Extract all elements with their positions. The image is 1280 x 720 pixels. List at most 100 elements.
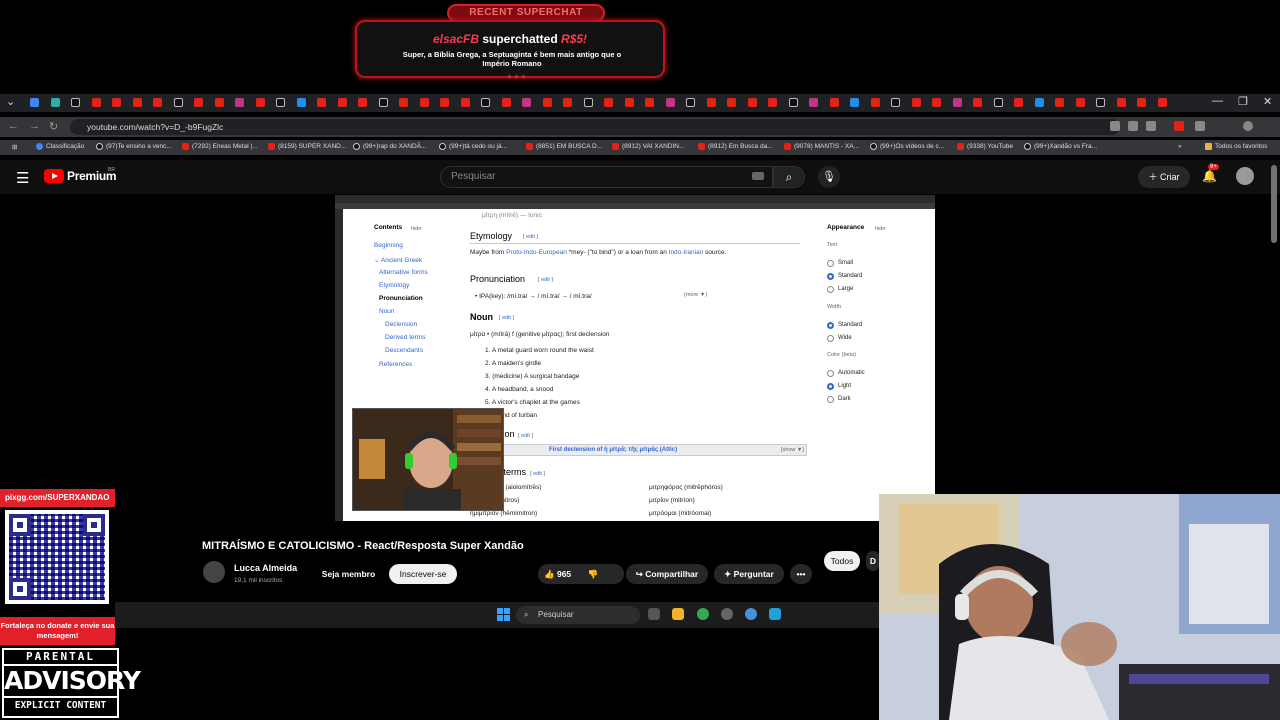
wk-derived-term[interactable]: μιτρηφόρος (mitrēphóros) (649, 484, 723, 491)
channel-name[interactable]: Lucca Almeida (234, 563, 297, 573)
browser-tab-favicon-icon[interactable] (235, 98, 244, 107)
browser-tab-favicon-icon[interactable] (419, 98, 429, 107)
browser-tab-favicon-icon[interactable] (1096, 98, 1105, 107)
notifications-bell-icon[interactable]: 🔔 (1202, 169, 1217, 183)
browser-tab-favicon-icon[interactable] (50, 98, 60, 107)
bookmark-item[interactable]: (8159) SUPER XAND... (268, 143, 346, 150)
browser-tab-favicon-icon[interactable] (563, 98, 572, 107)
wk-appearance-hide[interactable]: hide (875, 226, 885, 232)
browser-tab-favicon-icon[interactable] (337, 98, 347, 107)
browser-tab-favicon-icon[interactable] (809, 98, 818, 107)
wk-toc-item-active[interactable]: Pronunciation (379, 295, 423, 302)
back-icon[interactable]: ← (8, 120, 19, 132)
browser-tab-favicon-icon[interactable] (399, 98, 408, 107)
browser-tab-favicon-icon[interactable] (993, 98, 1003, 107)
taskbar-search[interactable]: ⌕ Pesquisar (516, 606, 640, 624)
wk-edit-link[interactable]: [ edit ] (499, 315, 514, 321)
file-explorer-icon[interactable] (672, 608, 684, 620)
wk-radio-selected[interactable] (827, 273, 834, 280)
like-button[interactable]: 👍 965 (544, 569, 571, 579)
avatar[interactable] (1236, 167, 1254, 185)
share-button[interactable]: ↪ Compartilhar (626, 564, 708, 584)
browser-tab-favicon-icon[interactable] (788, 98, 798, 107)
browser-tab-favicon-icon[interactable] (747, 98, 757, 107)
browser-tab-favicon-icon[interactable] (71, 98, 80, 107)
browser-tab-favicon-icon[interactable] (132, 98, 142, 107)
browser-tab-favicon-icon[interactable] (30, 98, 39, 107)
browser-tab-favicon-icon[interactable] (522, 98, 531, 107)
browser-tab-favicon-icon[interactable] (645, 98, 654, 107)
maximize-icon[interactable]: ❐ (1238, 95, 1248, 108)
browser-tab-favicon-icon[interactable] (153, 98, 162, 107)
channel-avatar[interactable] (203, 561, 225, 583)
browser-tab-favicon-icon[interactable] (214, 98, 224, 107)
reload-icon[interactable]: ↻ (49, 120, 58, 133)
bookmark-item[interactable]: (8912) VAI XANDIN... (612, 143, 684, 150)
browser-tab-favicon-icon[interactable] (870, 98, 880, 107)
star-icon[interactable] (1146, 121, 1156, 131)
wk-radio[interactable] (827, 260, 834, 267)
forward-icon[interactable]: → (29, 120, 40, 132)
bookmark-item[interactable]: (99+)tá cedo ou já... (439, 143, 507, 150)
browser-tab-favicon-icon[interactable] (1014, 98, 1023, 107)
browser-tab-favicon-icon[interactable] (317, 98, 326, 107)
browser-tab-favicon-icon[interactable] (583, 98, 593, 107)
browser-tab-favicon-icon[interactable] (501, 98, 511, 107)
page-scrollbar[interactable] (1271, 165, 1277, 243)
browser-tab-favicon-icon[interactable] (624, 98, 634, 107)
bookmark-item[interactable]: (99+)Os vídeos de c... (870, 143, 944, 150)
bookmark-item[interactable]: (9078) MANTIS - XA... (784, 143, 859, 150)
browser-tab-favicon-icon[interactable] (706, 98, 716, 107)
browser-tab-favicon-icon[interactable] (604, 98, 613, 107)
wk-radio[interactable] (827, 370, 834, 377)
browser-tab-favicon-icon[interactable] (768, 98, 777, 107)
wk-derived-term[interactable]: ἡμιμίτριον (hēmímitron) (470, 510, 537, 517)
wk-edit-link[interactable]: [ edit ] (538, 277, 553, 283)
profile-avatar-icon[interactable] (1243, 121, 1253, 131)
chip-next[interactable]: D (866, 551, 880, 571)
wk-toc-item[interactable]: Descendants (385, 347, 423, 354)
browser-tab-favicon-icon[interactable] (255, 98, 265, 107)
ask-button[interactable]: ✦ Perguntar (714, 564, 784, 584)
youtube-logo-icon[interactable] (44, 169, 64, 183)
browser-tab-favicon-icon[interactable] (932, 98, 941, 107)
url-input[interactable]: youtube.com/watch?v=D_-b9FugZlc (70, 119, 1120, 135)
chrome-icon[interactable] (697, 608, 709, 620)
wk-edit-link[interactable]: [ edit ] (518, 433, 533, 439)
browser-tab-favicon-icon[interactable] (665, 98, 675, 107)
bookmark-item[interactable]: (97)Te ensino a venc... (96, 143, 172, 150)
all-favorites[interactable]: Todos os favoritos (1205, 143, 1267, 150)
zoom-icon[interactable] (1128, 121, 1138, 131)
browser-tab-favicon-icon[interactable] (1075, 98, 1085, 107)
obs-icon[interactable] (721, 608, 733, 620)
task-view-icon[interactable] (648, 608, 660, 620)
wk-edit-link[interactable]: [ edit ] (530, 471, 545, 477)
wk-toc-item[interactable]: Noun (379, 308, 395, 315)
browser-tab-favicon-icon[interactable] (1034, 98, 1044, 107)
browser-tab-favicon-icon[interactable] (952, 98, 962, 107)
join-button[interactable]: Seja membro (316, 564, 381, 584)
wk-derived-term[interactable]: μιτρίον (mitríon) (649, 497, 695, 504)
bookmark-item[interactable]: Classificação (36, 143, 84, 150)
bookmark-item[interactable]: (9338) YouTube (957, 143, 1013, 150)
dislike-button[interactable]: 👎 (588, 569, 599, 579)
wk-more-toggle[interactable]: (more ▼) (684, 292, 707, 298)
settings-gear-icon[interactable] (745, 608, 757, 620)
browser-tab-favicon-icon[interactable] (727, 98, 736, 107)
bookmark-item[interactable]: (8851) EM BUSCA D... (526, 143, 602, 150)
keyboard-icon[interactable] (752, 172, 764, 180)
wk-toc-item[interactable]: References (379, 361, 412, 368)
browser-tab-favicon-icon[interactable] (850, 98, 859, 107)
wk-toc-item[interactable]: Declension (385, 321, 417, 328)
wk-toc-item[interactable]: Etymology (379, 282, 409, 289)
browser-tab-favicon-icon[interactable] (112, 98, 121, 107)
wk-toc-hide[interactable]: hide (411, 226, 421, 232)
bookmark-item[interactable]: (99+)Xandão vs Fra... (1024, 143, 1097, 150)
browser-tab-favicon-icon[interactable] (276, 98, 285, 107)
voice-search-button[interactable]: 🎙 (818, 166, 840, 188)
bookmark-item[interactable]: (8912) Em Busca da... (698, 143, 773, 150)
browser-tab-favicon-icon[interactable] (481, 98, 490, 107)
browser-tab-favicon-icon[interactable] (1055, 98, 1064, 107)
chip-all[interactable]: Todos (824, 551, 860, 571)
telegram-icon[interactable] (769, 608, 781, 620)
